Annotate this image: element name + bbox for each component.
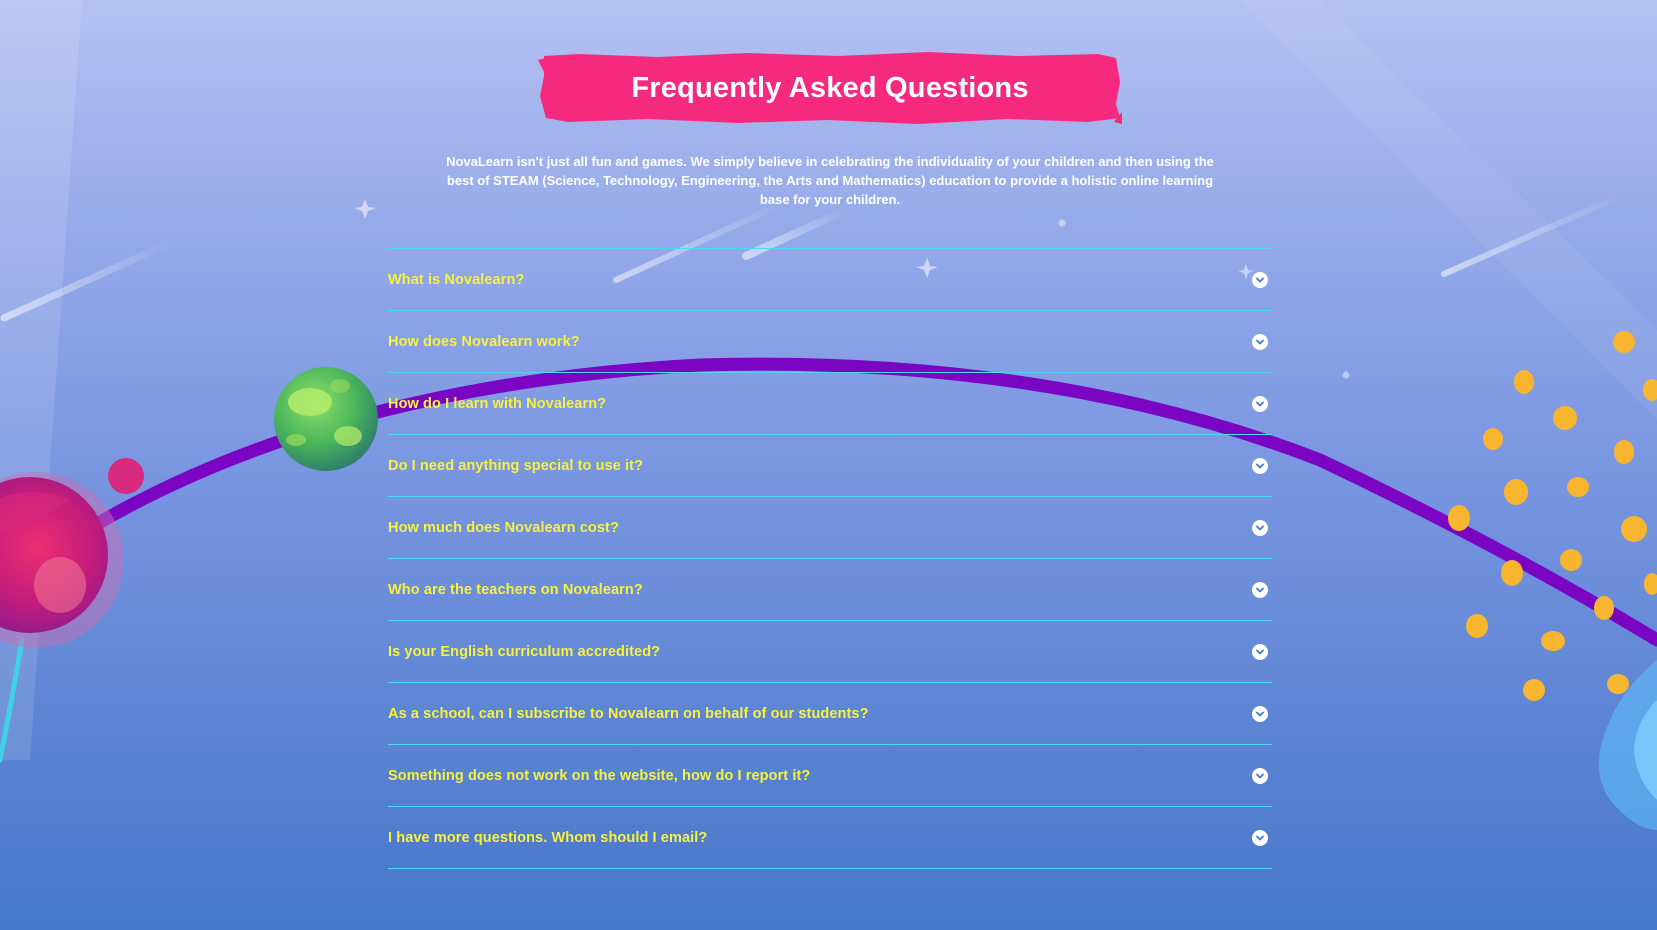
- chevron-down-icon[interactable]: [1252, 519, 1268, 536]
- chevron-down-icon[interactable]: [1252, 581, 1268, 598]
- intro-text: NovaLearn isn't just all fun and games. …: [446, 154, 1214, 207]
- faq-question: Who are the teachers on Novalearn?: [388, 581, 643, 598]
- faq-item-5[interactable]: How much does Novalearn cost?: [388, 497, 1272, 559]
- sparkle: [354, 199, 376, 219]
- pink-planet-halo: [0, 472, 124, 648]
- faq-question: How does Novalearn work?: [388, 333, 580, 350]
- star-dot: [1342, 371, 1350, 379]
- faq-question: Do I need anything special to use it?: [388, 457, 644, 474]
- light-beam: [0, 0, 82, 760]
- green-planet-land: [330, 379, 350, 393]
- title-banner: Frequently Asked Questions: [538, 52, 1122, 124]
- blue-cloud: [1634, 700, 1657, 800]
- faq-question: Something does not work on the website, …: [388, 767, 811, 784]
- pink-planet-spot: [34, 557, 86, 613]
- page-title: Frequently Asked Questions: [631, 72, 1029, 104]
- green-planet-land: [286, 434, 306, 446]
- blue-cloud: [1598, 660, 1657, 830]
- green-planet: [274, 367, 378, 471]
- chevron-down-icon[interactable]: [1252, 333, 1268, 350]
- faq-question: How much does Novalearn cost?: [388, 519, 619, 536]
- faq-item-4[interactable]: Do I need anything special to use it?: [388, 435, 1272, 497]
- faq-question: Is your English curriculum accredited?: [388, 643, 661, 660]
- faq-question: I have more questions. Whom should I ema…: [388, 829, 708, 846]
- chevron-down-icon[interactable]: [1252, 643, 1268, 660]
- faq-item-7[interactable]: Is your English curriculum accredited?: [388, 621, 1272, 683]
- pink-planet: [0, 477, 108, 633]
- shooting-star: [1441, 193, 1623, 277]
- chevron-down-icon[interactable]: [1252, 395, 1268, 412]
- green-planet-land: [288, 388, 332, 416]
- faq-item-2[interactable]: How does Novalearn work?: [388, 311, 1272, 373]
- faq-question: How do I learn with Novalearn?: [388, 395, 607, 412]
- faq-item-9[interactable]: Something does not work on the website, …: [388, 745, 1272, 807]
- chevron-down-icon[interactable]: [1252, 271, 1268, 288]
- particle-cluster: [1448, 331, 1657, 701]
- star-dot: [1058, 219, 1066, 227]
- pink-moon: [108, 458, 144, 494]
- faq-question: As a school, can I subscribe to Novalear…: [388, 705, 869, 722]
- chevron-down-icon[interactable]: [1252, 457, 1268, 474]
- faq-item-1[interactable]: What is Novalearn?: [388, 249, 1272, 311]
- light-beam: [1240, 0, 1657, 420]
- faq-item-3[interactable]: How do I learn with Novalearn?: [388, 373, 1272, 435]
- shooting-star: [0, 238, 176, 322]
- faq-accordion: What is Novalearn? How does Novalearn wo…: [388, 248, 1272, 869]
- faq-item-10[interactable]: I have more questions. Whom should I ema…: [388, 807, 1272, 869]
- green-planet-land: [334, 426, 362, 446]
- cyan-orbit: [0, 637, 25, 763]
- chevron-down-icon[interactable]: [1252, 705, 1268, 722]
- pink-planet-swirl: [0, 492, 70, 536]
- faq-item-8[interactable]: As a school, can I subscribe to Novalear…: [388, 683, 1272, 745]
- faq-item-6[interactable]: Who are the teachers on Novalearn?: [388, 559, 1272, 621]
- faq-question: What is Novalearn?: [388, 271, 525, 288]
- chevron-down-icon[interactable]: [1252, 829, 1268, 846]
- chevron-down-icon[interactable]: [1252, 767, 1268, 784]
